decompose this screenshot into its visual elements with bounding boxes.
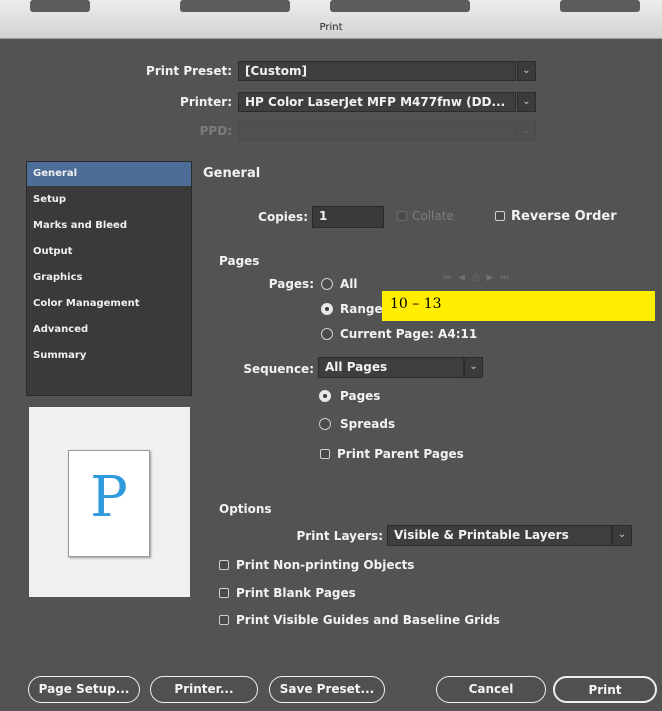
- next-page-icon: ▶: [486, 273, 501, 283]
- ppd-dropdown: [238, 121, 516, 141]
- print-preset-chevron-down-icon[interactable]: ⌄: [517, 61, 536, 81]
- copies-label: Copies:: [258, 210, 308, 224]
- print-preset-dropdown[interactable]: [Custom]: [238, 61, 516, 81]
- print-blank-pages-label[interactable]: Print Blank Pages: [236, 586, 356, 600]
- sidebar-item-output[interactable]: Output: [27, 240, 191, 264]
- printer-dropdown[interactable]: HP Color LaserJet MFP M477fnw (DD...: [238, 92, 516, 112]
- spreads-option-radio[interactable]: [319, 418, 331, 430]
- previous-page-icon: ◀: [458, 273, 473, 283]
- background-blur-2: [330, 0, 470, 12]
- ppd-chevron-down-icon: ⌄: [517, 121, 536, 141]
- spreads-option-label[interactable]: Spreads: [340, 417, 395, 431]
- print-button[interactable]: Print: [553, 676, 657, 703]
- sequence-label: Sequence:: [243, 362, 314, 376]
- window-controls-blur: [30, 0, 90, 12]
- print-visible-guides-label[interactable]: Print Visible Guides and Baseline Grids: [236, 613, 500, 627]
- general-section-title: General: [203, 166, 261, 181]
- range-value: 10 – 13: [390, 296, 442, 312]
- reverse-order-checkbox[interactable]: [495, 211, 505, 221]
- window-title: Print: [319, 22, 343, 33]
- print-layers-label: Print Layers:: [296, 529, 383, 543]
- page-setup-button[interactable]: Page Setup...: [28, 676, 140, 703]
- print-parent-pages-label[interactable]: Print Parent Pages: [337, 447, 464, 461]
- sidebar-item-general[interactable]: General: [27, 162, 191, 186]
- page-nav-icons: ⏮◀⎙▶⏭: [443, 273, 515, 283]
- all-pages-label[interactable]: All: [340, 277, 358, 291]
- sidebar-item-marks-and-bleed[interactable]: Marks and Bleed: [27, 214, 191, 238]
- pages-label: Pages:: [268, 277, 314, 291]
- current-page-label[interactable]: Current Page: A4:11: [340, 327, 477, 341]
- print-preview: P: [29, 407, 190, 597]
- all-pages-radio[interactable]: [321, 278, 333, 290]
- print-preview-icon: ⎙: [472, 273, 487, 283]
- print-layers-dropdown[interactable]: Visible & Printable Layers: [387, 525, 612, 546]
- pages-option-label[interactable]: Pages: [340, 389, 380, 403]
- sidebar-item-color-management[interactable]: Color Management: [27, 292, 191, 316]
- last-page-icon: ⏭: [500, 273, 516, 283]
- print-parent-pages-checkbox[interactable]: [320, 449, 330, 459]
- printer-label: Printer:: [180, 95, 232, 109]
- pages-option-radio[interactable]: [319, 390, 331, 402]
- sequence-chevron-down-icon[interactable]: ⌄: [464, 357, 483, 378]
- background-blur-3: [560, 0, 640, 12]
- printer-chevron-down-icon[interactable]: ⌄: [517, 92, 536, 112]
- pages-section-title: Pages: [219, 254, 260, 268]
- sequence-dropdown[interactable]: All Pages: [318, 357, 464, 378]
- collate-checkbox: [397, 211, 407, 221]
- current-page-radio[interactable]: [321, 328, 333, 340]
- sidebar-item-setup[interactable]: Setup: [27, 188, 191, 212]
- print-non-printing-label[interactable]: Print Non-printing Objects: [236, 558, 414, 572]
- sidebar-item-summary[interactable]: Summary: [27, 344, 191, 368]
- range-label[interactable]: Range:: [340, 302, 387, 316]
- preview-page: P: [68, 450, 150, 557]
- print-layers-chevron-down-icon[interactable]: ⌄: [612, 525, 632, 546]
- cancel-button[interactable]: Cancel: [436, 676, 546, 703]
- print-non-printing-checkbox[interactable]: [219, 560, 229, 570]
- title-bar: Print: [0, 0, 662, 39]
- category-list: General Setup Marks and Bleed Output Gra…: [26, 161, 192, 396]
- printer-button[interactable]: Printer...: [150, 676, 258, 703]
- save-preset-button[interactable]: Save Preset...: [269, 676, 385, 703]
- preview-page-letter: P: [90, 465, 128, 530]
- range-input[interactable]: 10 – 13: [382, 291, 655, 321]
- options-section-title: Options: [219, 502, 272, 516]
- ppd-label: PPD:: [199, 124, 232, 138]
- copies-input[interactable]: 1: [312, 206, 384, 228]
- first-page-icon: ⏮: [443, 273, 459, 283]
- print-visible-guides-checkbox[interactable]: [219, 615, 229, 625]
- range-radio[interactable]: [321, 303, 333, 315]
- sidebar-item-advanced[interactable]: Advanced: [27, 318, 191, 342]
- sidebar-item-graphics[interactable]: Graphics: [27, 266, 191, 290]
- print-blank-pages-checkbox[interactable]: [219, 588, 229, 598]
- reverse-order-label[interactable]: Reverse Order: [511, 209, 617, 224]
- background-blur: [180, 0, 290, 12]
- collate-label: Collate: [412, 209, 454, 223]
- print-preset-label: Print Preset:: [146, 64, 232, 78]
